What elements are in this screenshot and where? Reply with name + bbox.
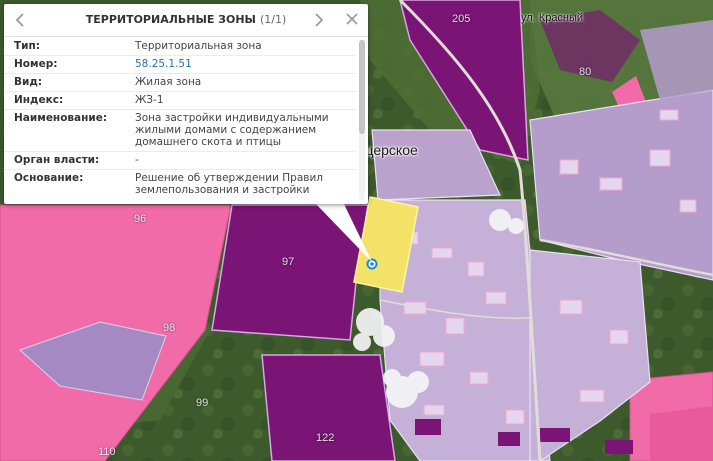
prev-feature-button[interactable] xyxy=(10,10,32,30)
attribute-value: Жилая зона xyxy=(135,76,202,88)
attribute-value: Решение об утверждении Правил землепольз… xyxy=(135,172,323,196)
attribute-row-authority: Орган власти: - xyxy=(4,151,356,170)
attribute-key: Основание: xyxy=(14,172,84,184)
attribute-row-number: Номер: 58.25.1.51 xyxy=(4,55,356,74)
parcel-label: 205 xyxy=(452,13,471,25)
attribute-value: ЖЗ-1 xyxy=(135,94,164,106)
popup-scrollbar[interactable] xyxy=(359,40,365,200)
zone-number-link[interactable]: 58.25.1.51 xyxy=(135,58,347,70)
attribute-row-index: Индекс: ЖЗ-1 xyxy=(4,91,356,110)
parcel-label: 110 xyxy=(98,446,116,458)
attribute-value: Зона застройки индивидуальными жилыми до… xyxy=(135,112,329,148)
chevron-right-icon xyxy=(315,13,324,27)
attribute-key: Наименование: xyxy=(14,112,108,124)
parcel-label: 96 xyxy=(134,213,147,225)
attribute-key: Орган власти: xyxy=(14,154,100,166)
parcel-label: 98 xyxy=(163,322,176,334)
chevron-left-icon xyxy=(15,13,24,27)
popup-counter: (1/1) xyxy=(259,13,287,26)
close-popup-button[interactable] xyxy=(341,10,363,30)
pink-zone xyxy=(650,406,713,461)
attribute-key: Индекс: xyxy=(14,94,64,106)
attribute-value: - xyxy=(135,154,139,166)
attribute-key: Тип: xyxy=(14,40,40,52)
attribute-row-kind: Вид: Жилая зона xyxy=(4,73,356,92)
street-label: ул. Красный xyxy=(521,12,584,24)
attribute-row-name: Наименование: Зона застройки индивидуаль… xyxy=(4,109,356,152)
parcel-label: 99 xyxy=(196,397,209,409)
attribute-row-basis: Основание: Решение об утверждении Правил… xyxy=(4,169,356,199)
next-feature-button[interactable] xyxy=(307,10,329,30)
feature-info-popup: ТЕРРИТОРИАЛЬНЫЕ ЗОНЫ (1/1) Тип: Территори… xyxy=(4,4,368,204)
attribute-key: Номер: xyxy=(14,58,58,70)
purple-zone xyxy=(261,354,396,461)
popup-pointer xyxy=(316,204,372,262)
parcel-label: 122 xyxy=(316,432,335,444)
attribute-table: Тип: Территориальная зона Номер: 58.25.1… xyxy=(4,37,356,199)
attribute-key: Вид: xyxy=(14,76,43,88)
attribute-row-type: Тип: Территориальная зона xyxy=(4,37,356,56)
parcel-label: 97 xyxy=(282,256,295,268)
close-icon xyxy=(346,13,358,25)
scrollbar-thumb[interactable] xyxy=(359,40,365,134)
parcel-label: 80 xyxy=(579,66,592,78)
popup-header: ТЕРРИТОРИАЛЬНЫЕ ЗОНЫ (1/1) xyxy=(4,4,368,37)
popup-title-text: ТЕРРИТОРИАЛЬНЫЕ ЗОНЫ xyxy=(85,13,256,26)
attribute-value: Территориальная зона xyxy=(135,40,262,52)
